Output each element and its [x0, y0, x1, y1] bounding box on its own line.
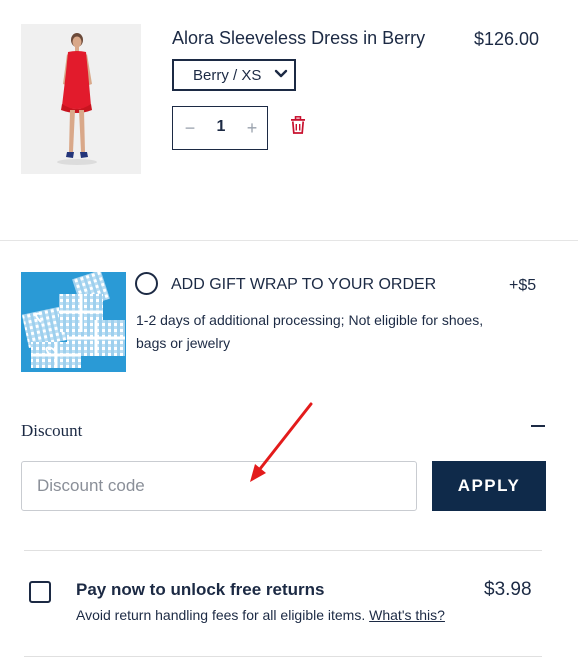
gift-wrap-note: 1-2 days of additional processing; Not e…	[136, 312, 484, 351]
free-returns-price: $3.98	[484, 579, 532, 600]
gift-wrap-title[interactable]: ADD GIFT WRAP TO YOUR ORDER	[171, 276, 436, 294]
product-title[interactable]: Alora Sleeveless Dress in Berry	[172, 28, 425, 49]
section-divider	[24, 656, 542, 657]
chevron-down-icon	[274, 69, 288, 78]
quantity-increase-button[interactable]: +	[243, 119, 261, 137]
apply-discount-button[interactable]: APPLY	[432, 461, 546, 511]
free-returns-title[interactable]: Pay now to unlock free returns	[76, 580, 324, 600]
gift-wrap-price: +$5	[509, 277, 537, 294]
red-arrow-annotation	[250, 402, 313, 482]
product-image[interactable]	[21, 24, 141, 174]
quantity-value[interactable]: 1	[211, 118, 231, 136]
quantity-decrease-button[interactable]: −	[181, 119, 199, 137]
gift-wrap-image	[21, 272, 126, 372]
section-divider	[24, 550, 542, 551]
section-divider	[0, 240, 578, 241]
free-returns-description: Avoid return handling fees for all eligi…	[76, 607, 366, 623]
gift-wrap-radio[interactable]	[135, 272, 158, 295]
product-price: $126.00	[474, 29, 540, 49]
quantity-stepper[interactable]: − 1 +	[172, 106, 268, 150]
gift-boxes-photo-icon	[21, 272, 126, 372]
dress-photo-icon	[21, 24, 141, 174]
free-returns-note: Avoid return handling fees for all eligi…	[76, 607, 445, 623]
whats-this-link[interactable]: What's this?	[369, 607, 445, 623]
variant-select[interactable]: Berry / XS	[172, 59, 296, 91]
free-returns-checkbox[interactable]	[29, 581, 51, 603]
variant-select-value: Berry / XS	[193, 66, 262, 84]
discount-heading: Discount	[21, 421, 83, 440]
minus-icon[interactable]	[531, 425, 545, 427]
discount-code-input[interactable]	[21, 461, 417, 511]
trash-icon[interactable]	[290, 116, 306, 134]
